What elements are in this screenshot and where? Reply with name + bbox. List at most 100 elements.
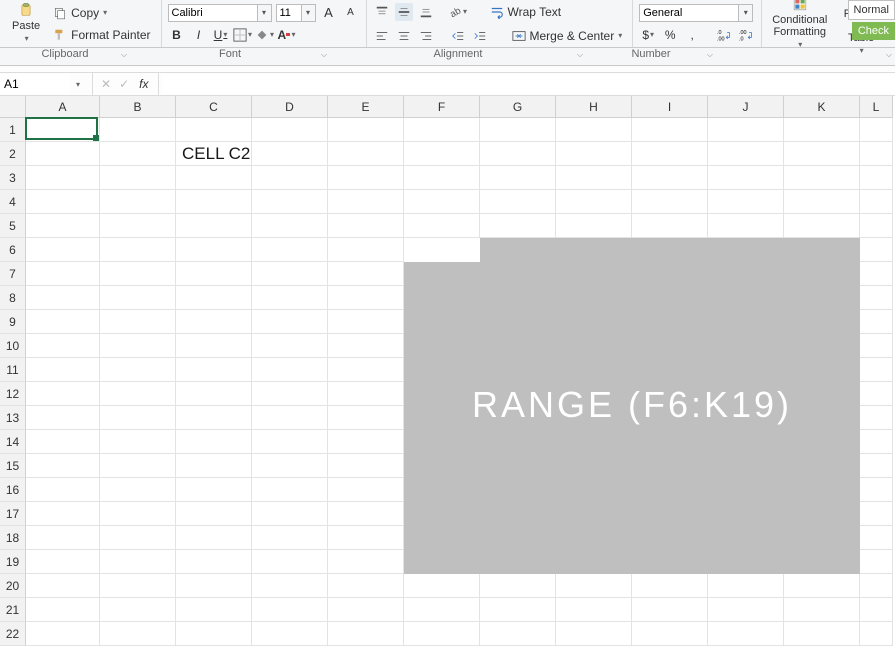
cell-B19[interactable]: [100, 550, 176, 574]
decrease-indent-button[interactable]: [449, 27, 467, 45]
cell-H2[interactable]: [556, 142, 632, 166]
cell-H5[interactable]: [556, 214, 632, 238]
cell-L3[interactable]: [860, 166, 893, 190]
cell-B6[interactable]: [100, 238, 176, 262]
cell-K20[interactable]: [784, 574, 860, 598]
cell-G4[interactable]: [480, 190, 556, 214]
cell-D12[interactable]: [252, 382, 328, 406]
cell-E19[interactable]: [328, 550, 404, 574]
cell-A22[interactable]: [26, 622, 100, 646]
row-header-18[interactable]: 18: [0, 526, 26, 550]
cell-C2[interactable]: [176, 142, 252, 166]
cell-L10[interactable]: [860, 334, 893, 358]
cell-J22[interactable]: [708, 622, 784, 646]
cell-L17[interactable]: [860, 502, 893, 526]
cell-K1[interactable]: [784, 118, 860, 142]
cell-H20[interactable]: [556, 574, 632, 598]
cell-D18[interactable]: [252, 526, 328, 550]
name-box-input[interactable]: [0, 74, 70, 94]
cell-C15[interactable]: [176, 454, 252, 478]
cell-L19[interactable]: [860, 550, 893, 574]
cell-F2[interactable]: [404, 142, 480, 166]
cell-B1[interactable]: [100, 118, 176, 142]
percent-format-button[interactable]: %: [661, 26, 679, 44]
cell-E2[interactable]: [328, 142, 404, 166]
cell-B15[interactable]: [100, 454, 176, 478]
cell-J4[interactable]: [708, 190, 784, 214]
cell-I4[interactable]: [632, 190, 708, 214]
align-right-button[interactable]: [417, 27, 435, 45]
row-header-13[interactable]: 13: [0, 406, 26, 430]
cell-K5[interactable]: [784, 214, 860, 238]
cell-G1[interactable]: [480, 118, 556, 142]
name-box[interactable]: ▾: [0, 74, 88, 94]
cell-E18[interactable]: [328, 526, 404, 550]
cell-E6[interactable]: [328, 238, 404, 262]
cell-A21[interactable]: [26, 598, 100, 622]
copy-button[interactable]: Copy ▾: [48, 3, 154, 23]
cell-D10[interactable]: [252, 334, 328, 358]
cell-I2[interactable]: [632, 142, 708, 166]
cell-A17[interactable]: [26, 502, 100, 526]
cell-L16[interactable]: [860, 478, 893, 502]
cell-C5[interactable]: [176, 214, 252, 238]
cell-J21[interactable]: [708, 598, 784, 622]
cell-C4[interactable]: [176, 190, 252, 214]
row-header-6[interactable]: 6: [0, 238, 26, 262]
row-header-3[interactable]: 3: [0, 166, 26, 190]
cell-G3[interactable]: [480, 166, 556, 190]
cell-I21[interactable]: [632, 598, 708, 622]
cell-C16[interactable]: [176, 478, 252, 502]
chevron-down-icon[interactable]: ▾: [739, 4, 753, 22]
cell-A19[interactable]: [26, 550, 100, 574]
cell-I3[interactable]: [632, 166, 708, 190]
cell-L7[interactable]: [860, 262, 893, 286]
row-header-19[interactable]: 19: [0, 550, 26, 574]
cell-A15[interactable]: [26, 454, 100, 478]
cell-L2[interactable]: [860, 142, 893, 166]
cell-E12[interactable]: [328, 382, 404, 406]
cell-A20[interactable]: [26, 574, 100, 598]
cell-L21[interactable]: [860, 598, 893, 622]
cell-D15[interactable]: [252, 454, 328, 478]
format-painter-button[interactable]: Format Painter: [48, 25, 154, 45]
cell-E10[interactable]: [328, 334, 404, 358]
cell-E8[interactable]: [328, 286, 404, 310]
cell-B14[interactable]: [100, 430, 176, 454]
cell-C20[interactable]: [176, 574, 252, 598]
bold-button[interactable]: B: [168, 26, 186, 44]
cell-A4[interactable]: [26, 190, 100, 214]
cell-H21[interactable]: [556, 598, 632, 622]
row-header-22[interactable]: 22: [0, 622, 26, 646]
row-header-1[interactable]: 1: [0, 118, 26, 142]
cell-B12[interactable]: [100, 382, 176, 406]
cell-L20[interactable]: [860, 574, 893, 598]
cell-G2[interactable]: [480, 142, 556, 166]
cell-E20[interactable]: [328, 574, 404, 598]
cell-C14[interactable]: [176, 430, 252, 454]
row-header-17[interactable]: 17: [0, 502, 26, 526]
cell-B22[interactable]: [100, 622, 176, 646]
cell-A8[interactable]: [26, 286, 100, 310]
cell-L6[interactable]: [860, 238, 893, 262]
increase-decimal-button[interactable]: .0.00: [715, 26, 733, 44]
cell-J1[interactable]: [708, 118, 784, 142]
cell-H4[interactable]: [556, 190, 632, 214]
cell-B17[interactable]: [100, 502, 176, 526]
cell-A5[interactable]: [26, 214, 100, 238]
column-header-D[interactable]: D: [252, 96, 328, 118]
cell-L9[interactable]: [860, 310, 893, 334]
cell-E1[interactable]: [328, 118, 404, 142]
cell-B2[interactable]: [100, 142, 176, 166]
cell-D14[interactable]: [252, 430, 328, 454]
row-header-20[interactable]: 20: [0, 574, 26, 598]
cell-A12[interactable]: [26, 382, 100, 406]
formula-input[interactable]: [163, 74, 895, 94]
cell-L8[interactable]: [860, 286, 893, 310]
font-name-combo[interactable]: ▾: [168, 4, 272, 22]
row-header-16[interactable]: 16: [0, 478, 26, 502]
cell-D5[interactable]: [252, 214, 328, 238]
cell-B21[interactable]: [100, 598, 176, 622]
cell-D8[interactable]: [252, 286, 328, 310]
cell-J20[interactable]: [708, 574, 784, 598]
